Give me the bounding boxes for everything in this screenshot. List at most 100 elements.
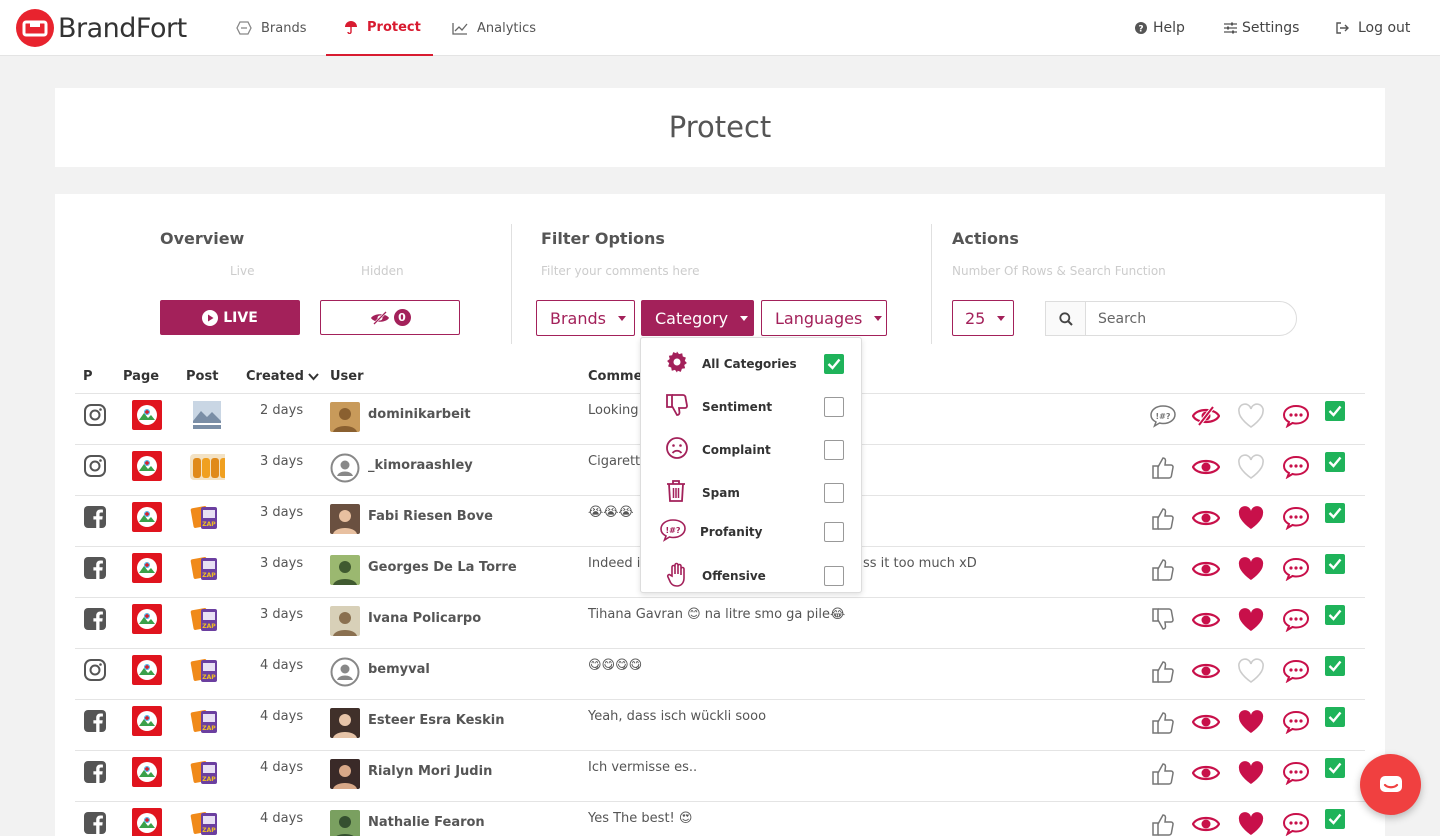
page-thumbnail[interactable] — [132, 757, 162, 787]
eye-icon[interactable] — [1190, 706, 1222, 738]
category-checkbox[interactable] — [824, 440, 844, 460]
eye-icon[interactable] — [1190, 451, 1222, 483]
eye-slash-icon[interactable] — [1190, 400, 1222, 432]
avatar[interactable] — [330, 810, 360, 836]
user-name[interactable]: Nathalie Fearon — [368, 815, 485, 830]
page-thumbnail[interactable] — [132, 604, 162, 634]
category-option-all-categories[interactable]: All Categories — [641, 342, 861, 382]
reply-icon[interactable] — [1280, 706, 1312, 738]
reply-icon[interactable] — [1280, 400, 1312, 432]
thumbs-up-icon[interactable] — [1147, 451, 1179, 483]
user-name[interactable]: Rialyn Mori Judin — [368, 764, 492, 779]
thumbs-up-icon[interactable] — [1147, 706, 1179, 738]
reply-icon[interactable] — [1280, 451, 1312, 483]
eye-icon[interactable] — [1190, 502, 1222, 534]
select-checkbox[interactable] — [1325, 707, 1345, 727]
nav-settings[interactable]: Settings — [1224, 0, 1299, 56]
reply-icon[interactable] — [1280, 808, 1312, 836]
avatar[interactable] — [330, 759, 360, 789]
rows-per-page-dropdown[interactable]: 25 — [952, 300, 1014, 336]
heart-filled-icon[interactable] — [1235, 502, 1267, 534]
page-thumbnail[interactable] — [132, 808, 162, 836]
post-thumbnail[interactable] — [189, 399, 225, 431]
select-checkbox[interactable] — [1325, 809, 1345, 829]
select-checkbox[interactable] — [1325, 656, 1345, 676]
avatar[interactable] — [330, 402, 360, 432]
heart-filled-icon[interactable] — [1235, 706, 1267, 738]
brandfort-logo[interactable]: BrandFort — [16, 8, 187, 48]
heart-outline-icon[interactable] — [1235, 451, 1267, 483]
avatar[interactable] — [330, 453, 360, 483]
thumbs-up-icon[interactable] — [1147, 757, 1179, 789]
eye-icon[interactable] — [1190, 553, 1222, 585]
post-thumbnail[interactable]: ZAP — [189, 705, 225, 737]
reply-icon[interactable] — [1280, 604, 1312, 636]
user-name[interactable]: bemyval — [368, 662, 430, 677]
category-checkbox[interactable] — [824, 566, 844, 586]
eye-icon[interactable] — [1190, 757, 1222, 789]
select-checkbox[interactable] — [1325, 554, 1345, 574]
user-name[interactable]: Fabi Riesen Bove — [368, 509, 493, 524]
heart-outline-icon[interactable] — [1235, 655, 1267, 687]
brands-dropdown[interactable]: Brands — [536, 300, 635, 336]
category-checkbox[interactable] — [824, 522, 844, 542]
profanity-icon[interactable]: !#? — [1147, 400, 1179, 432]
eye-icon[interactable] — [1190, 808, 1222, 836]
user-name[interactable]: Georges De La Torre — [368, 560, 517, 575]
page-thumbnail[interactable] — [132, 553, 162, 583]
avatar[interactable] — [330, 555, 360, 585]
thumbs-down-icon[interactable] — [1147, 604, 1179, 636]
post-thumbnail[interactable]: ZAP — [189, 501, 225, 533]
heart-filled-icon[interactable] — [1235, 757, 1267, 789]
languages-dropdown[interactable]: Languages — [761, 300, 887, 336]
post-thumbnail[interactable]: ZAP — [189, 807, 225, 836]
heart-filled-icon[interactable] — [1235, 808, 1267, 836]
category-option-sentiment[interactable]: Sentiment — [641, 385, 861, 425]
thumbs-up-icon[interactable] — [1147, 655, 1179, 687]
user-name[interactable]: Ivana Policarpo — [368, 611, 481, 626]
nav-help[interactable]: ? Help — [1135, 0, 1185, 56]
user-name[interactable]: Esteer Esra Keskin — [368, 713, 505, 728]
reply-icon[interactable] — [1280, 757, 1312, 789]
post-thumbnail[interactable]: ZAP — [189, 654, 225, 686]
nav-protect[interactable]: Protect — [326, 0, 433, 56]
category-option-profanity[interactable]: !#? Profanity — [641, 510, 861, 550]
category-option-offensive[interactable]: Offensive — [641, 554, 861, 594]
thumbs-up-icon[interactable] — [1147, 808, 1179, 836]
category-checkbox[interactable] — [824, 354, 844, 374]
avatar[interactable] — [330, 708, 360, 738]
heart-filled-icon[interactable] — [1235, 553, 1267, 585]
avatar[interactable] — [330, 504, 360, 534]
chat-button[interactable] — [1360, 754, 1421, 815]
eye-icon[interactable] — [1190, 604, 1222, 636]
heart-outline-icon[interactable] — [1235, 400, 1267, 432]
page-thumbnail[interactable] — [132, 400, 162, 430]
select-checkbox[interactable] — [1325, 401, 1345, 421]
select-checkbox[interactable] — [1325, 758, 1345, 778]
col-created[interactable]: Created — [246, 369, 319, 384]
page-thumbnail[interactable] — [132, 706, 162, 736]
category-dropdown[interactable]: Category — [641, 300, 754, 336]
post-thumbnail[interactable]: ZAP — [189, 756, 225, 788]
category-checkbox[interactable] — [824, 483, 844, 503]
thumbs-up-icon[interactable] — [1147, 553, 1179, 585]
hidden-button[interactable]: 0 — [320, 300, 460, 335]
heart-filled-icon[interactable] — [1235, 604, 1267, 636]
nav-brands[interactable]: Brands — [236, 0, 307, 56]
reply-icon[interactable] — [1280, 655, 1312, 687]
nav-analytics[interactable]: Analytics — [452, 0, 536, 56]
category-option-complaint[interactable]: Complaint — [641, 428, 861, 468]
post-thumbnail[interactable] — [189, 450, 225, 482]
reply-icon[interactable] — [1280, 553, 1312, 585]
select-checkbox[interactable] — [1325, 503, 1345, 523]
page-thumbnail[interactable] — [132, 451, 162, 481]
thumbs-up-icon[interactable] — [1147, 502, 1179, 534]
search-input[interactable] — [1086, 310, 1286, 327]
search-button[interactable] — [1046, 302, 1086, 335]
avatar[interactable] — [330, 606, 360, 636]
post-thumbnail[interactable]: ZAP — [189, 552, 225, 584]
user-name[interactable]: dominikarbeit — [368, 407, 471, 422]
nav-logout[interactable]: Log out — [1336, 0, 1410, 56]
reply-icon[interactable] — [1280, 502, 1312, 534]
page-thumbnail[interactable] — [132, 655, 162, 685]
